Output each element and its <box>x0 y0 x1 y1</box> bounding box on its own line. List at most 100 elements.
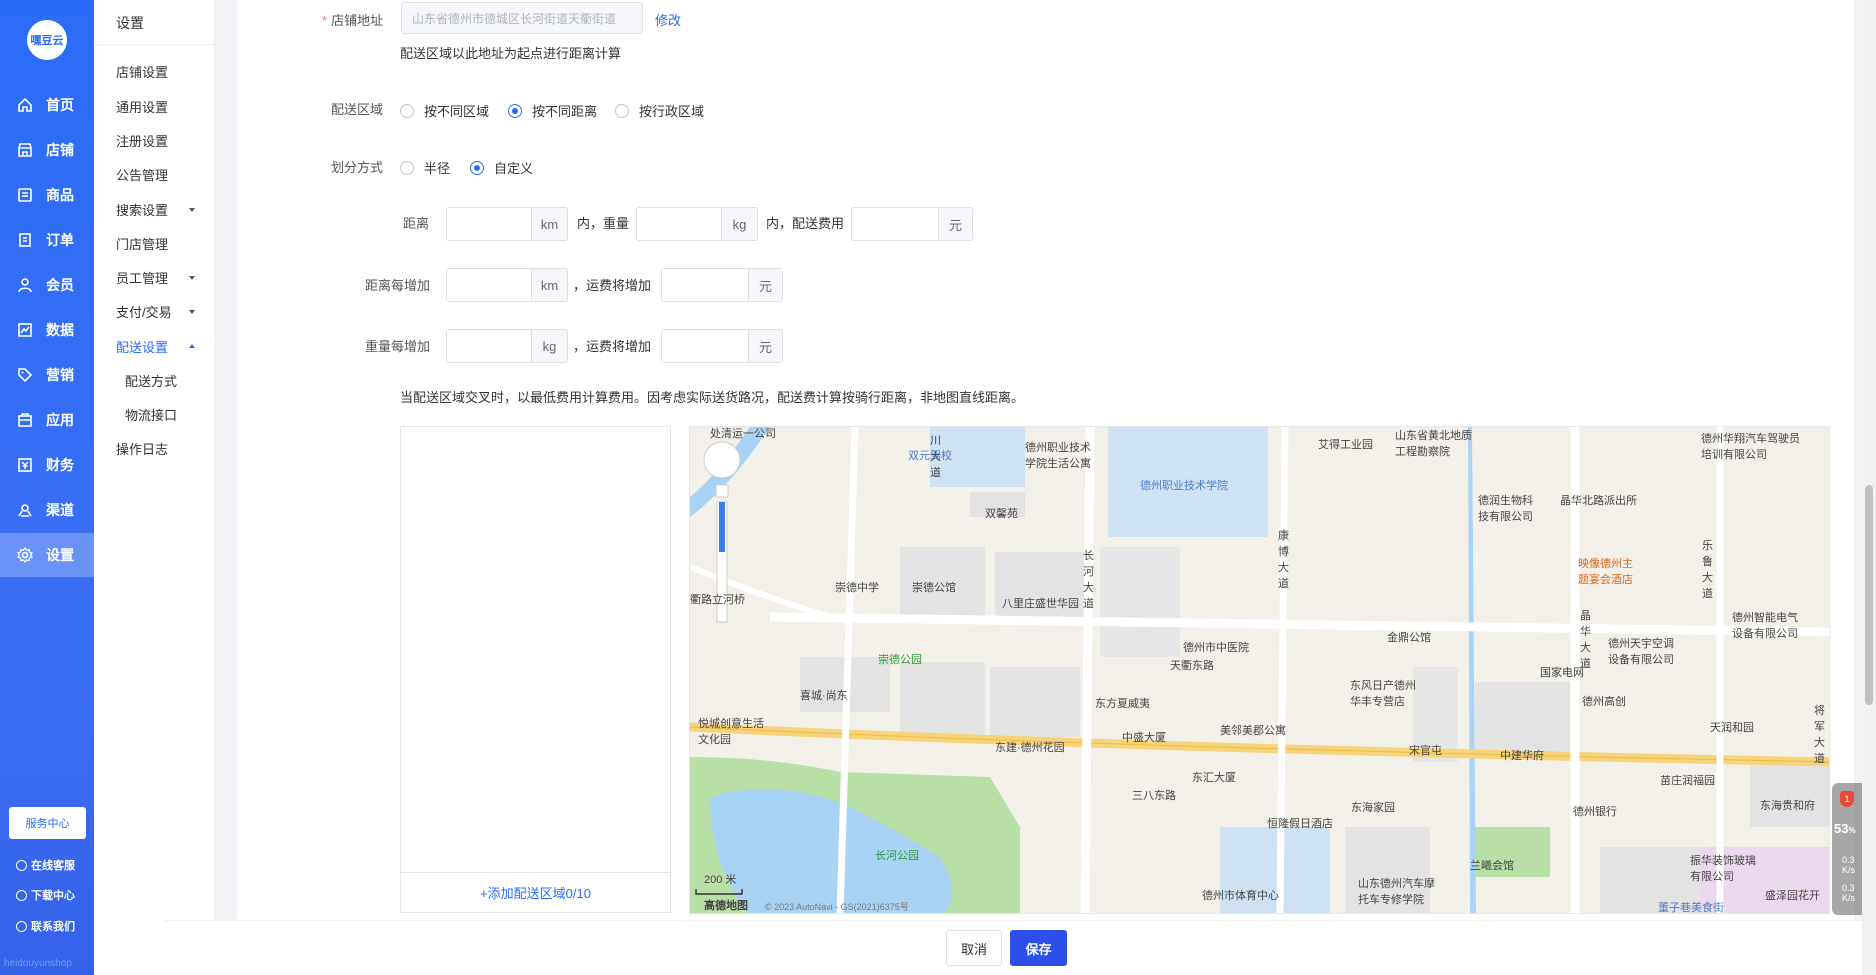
map-label: 川大道 <box>930 435 941 479</box>
weight-increase-label: 重量每增加 <box>365 339 431 354</box>
radio-circle <box>508 103 522 118</box>
download-speed-unit: K/s <box>1842 893 1856 903</box>
nav-item-member[interactable]: 会员 <box>0 264 94 306</box>
performance-percent-sign: % <box>1848 826 1856 835</box>
chevron-down-icon <box>189 208 195 212</box>
zone-option-admin[interactable]: 按行政区域 <box>615 101 704 120</box>
subnav-item-stores[interactable]: 门店管理 <box>116 234 168 253</box>
page-scrollbar[interactable] <box>1862 0 1876 975</box>
weight-fee-increase-input[interactable] <box>662 330 748 362</box>
subnav-item-delivery[interactable]: 配送设置 <box>116 337 168 356</box>
weight-fee-increase-text: ，运费将增加 <box>573 339 652 354</box>
tag-icon <box>16 366 34 384</box>
scrollbar-thumb[interactable] <box>1865 485 1873 705</box>
subnav-item-register-settings[interactable]: 注册设置 <box>116 131 168 150</box>
map-label: 东方夏威夷 <box>1095 698 1150 710</box>
map-label: 德州职业技术学院 <box>1140 480 1228 492</box>
map-label: 兰曦会馆 <box>1470 860 1514 872</box>
performance-percent-value: 53 <box>1834 821 1849 836</box>
weight-increase-unit: kg <box>531 330 567 362</box>
nav-item-store[interactable]: 店铺 <box>0 129 94 171</box>
nav-item-settings[interactable]: 设置 <box>0 533 94 577</box>
fee-unit: 元 <box>938 208 972 240</box>
subnav-item-general-settings[interactable]: 通用设置 <box>116 97 168 116</box>
member-icon <box>16 276 34 294</box>
nav-label: 订单 <box>46 232 74 248</box>
fee-increase-text: ，运费将增加 <box>573 278 652 293</box>
subnav-item-search-settings[interactable]: 搜索设置 <box>116 200 168 219</box>
map-label: 康博大道 <box>1278 530 1289 590</box>
service-center-button[interactable]: 服务中心 <box>9 807 86 839</box>
performance-widget[interactable]: 1 53% 0.3 K/s 0.3 K/s <box>1832 783 1862 915</box>
split-option-custom[interactable]: 自定义 <box>470 158 533 177</box>
subnav-item-operation-log[interactable]: 操作日志 <box>116 439 168 458</box>
map-label: 天润和园 <box>1710 722 1754 734</box>
radio-circle <box>470 160 484 175</box>
distance-fee-increase-unit: 元 <box>748 269 782 301</box>
save-button[interactable]: 保存 <box>1010 930 1067 966</box>
weight-unit: kg <box>721 208 757 240</box>
download-center-link[interactable]: 下载中心 <box>16 887 75 903</box>
chevron-up-icon <box>189 344 195 348</box>
download-icon <box>16 889 27 901</box>
radio-circle <box>615 103 629 118</box>
modify-address-link[interactable]: 修改 <box>655 10 681 29</box>
nav-item-goods[interactable]: 商品 <box>0 174 94 216</box>
add-zone-button[interactable]: +添加配送区域0/10 <box>401 872 670 912</box>
weight-increase-input[interactable] <box>447 330 531 362</box>
map-label: 金鼎公馆 <box>1387 632 1431 644</box>
delivery-map[interactable]: 200 米 高德地图 © 2023 AutoNavi - GS(2021)637… <box>689 426 1830 914</box>
map-label: 双馨苑 <box>985 508 1018 520</box>
brand-logo[interactable]: 嘿豆云 <box>27 20 67 60</box>
map-label: 东海贵和府 <box>1760 800 1815 812</box>
goods-icon <box>16 186 34 204</box>
action-bar: 取消 保存 <box>165 920 1876 975</box>
nav-item-apps[interactable]: 应用 <box>0 399 94 441</box>
weight-input-group: kg <box>636 207 758 241</box>
subnav-item-store-settings[interactable]: 店铺设置 <box>116 62 168 81</box>
online-service-link[interactable]: 在线客服 <box>16 857 75 873</box>
nav-item-marketing[interactable]: 营销 <box>0 354 94 396</box>
download-center-label: 下载中心 <box>31 890 75 902</box>
address-input[interactable]: 山东省德州市德城区长河街道天衢街道 <box>401 2 643 34</box>
map-label: 盛泽园花开 <box>1765 890 1820 902</box>
cancel-button[interactable]: 取消 <box>946 930 1002 966</box>
nav-item-order[interactable]: 订单 <box>0 219 94 261</box>
map-label: 国家电网 <box>1540 667 1584 679</box>
online-service-label: 在线客服 <box>31 860 75 872</box>
address-hint: 配送区域以此地址为起点进行距离计算 <box>400 46 622 61</box>
shield-icon: 1 <box>1840 791 1854 807</box>
contact-us-link[interactable]: 联系我们 <box>16 918 75 934</box>
zone-option-distance[interactable]: 按不同距离 <box>508 101 597 120</box>
nav-item-finance[interactable]: 财务 <box>0 444 94 486</box>
map-brand: 高德地图 <box>704 900 748 912</box>
split-option-radius[interactable]: 半径 <box>400 158 450 177</box>
map-label: 东风日产德州华丰专营店 <box>1350 680 1416 708</box>
nav-item-channel[interactable]: 渠道 <box>0 489 94 531</box>
zone-option-area[interactable]: 按不同区域 <box>400 101 489 120</box>
radio-circle <box>400 160 414 175</box>
chat-icon <box>16 859 27 871</box>
map-label: 中盛大厦 <box>1122 732 1166 744</box>
map-label: 宋官屯 <box>1409 745 1442 757</box>
subnav-child-delivery-method[interactable]: 配送方式 <box>125 371 177 390</box>
distance-increase-input[interactable] <box>447 269 531 301</box>
order-icon <box>16 231 34 249</box>
distance-input[interactable] <box>447 208 531 240</box>
nav-item-data[interactable]: 数据 <box>0 309 94 351</box>
map-label: 苗庄润福园 <box>1660 775 1715 787</box>
map-canvas[interactable] <box>690 427 1830 914</box>
map-label: 悦城创意生活文化园 <box>698 718 764 746</box>
download-speed: 0.3 <box>1842 883 1855 893</box>
fee-input[interactable] <box>852 208 938 240</box>
subnav-item-payment[interactable]: 支付/交易 <box>116 302 172 321</box>
weight-fee-increase-unit: 元 <box>748 330 782 362</box>
distance-fee-increase-input[interactable] <box>662 269 748 301</box>
subnav-item-staff[interactable]: 员工管理 <box>116 268 168 287</box>
subnav-item-announcements[interactable]: 公告管理 <box>116 165 168 184</box>
weight-input[interactable] <box>637 208 721 240</box>
map-label: 中建华府 <box>1500 750 1544 762</box>
subnav-child-logistics-api[interactable]: 物流接口 <box>125 405 177 424</box>
nav-item-home[interactable]: 首页 <box>0 84 94 126</box>
distance-label: 距离 <box>403 216 430 231</box>
